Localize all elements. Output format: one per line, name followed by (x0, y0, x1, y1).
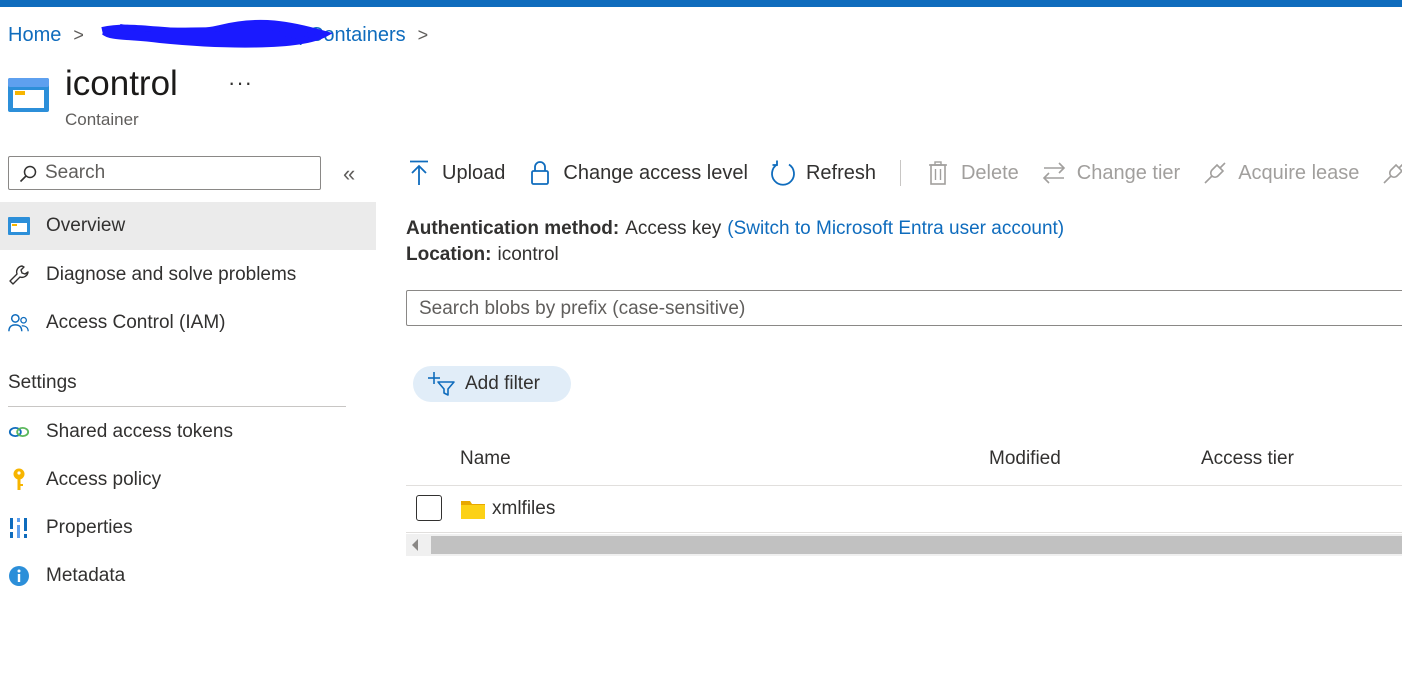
add-filter-icon (427, 371, 457, 397)
sidebar-item-shared-access-tokens[interactable]: Shared access tokens (0, 408, 376, 456)
refresh-label: Refresh (805, 161, 876, 184)
sidebar-item-iam[interactable]: Access Control (IAM) (0, 299, 376, 347)
auth-label: Authentication method: (406, 218, 620, 239)
plug-icon (1381, 160, 1402, 186)
column-header-access-tier[interactable]: Access tier (1201, 448, 1294, 470)
plug-icon (1202, 160, 1228, 186)
upload-icon (406, 160, 432, 186)
authentication-method: Authentication method: Access key (Switch … (406, 218, 1064, 240)
row-name-link[interactable]: xmlfiles (492, 498, 555, 520)
blob-search-input[interactable] (407, 291, 1402, 327)
refresh-icon (770, 160, 796, 186)
change-access-label: Change access level (563, 161, 748, 184)
toolbar-divider (899, 160, 901, 186)
sidebar-item-label: Diagnose and solve problems (46, 264, 297, 285)
breadcrumb-containers[interactable]: acdev001 | Containers (96, 24, 406, 47)
sidebar-item-label: Metadata (46, 565, 126, 586)
switch-auth-link[interactable]: (Switch to Microsoft Entra user account) (727, 218, 1064, 239)
swap-arrows-icon (1041, 160, 1067, 186)
sidebar-item-label: Shared access tokens (46, 421, 233, 442)
table-row[interactable]: xmlfiles (406, 486, 1402, 532)
scrollbar-thumb[interactable] (431, 536, 1402, 554)
sidebar-item-diagnose[interactable]: Diagnose and solve problems (0, 251, 376, 299)
people-icon (8, 312, 30, 334)
key-icon (8, 468, 30, 491)
location-value: icontrol (497, 244, 559, 265)
sidebar-item-label: Access Control (IAM) (46, 312, 226, 333)
sidebar-item-metadata[interactable]: Metadata (0, 552, 376, 600)
change-tier-label: Change tier (1076, 161, 1181, 184)
sidebar-item-access-policy[interactable]: Access policy (0, 456, 376, 504)
sidebar-item-overview[interactable]: Overview (0, 202, 376, 250)
sidebar-item-label: Access policy (46, 469, 162, 490)
properties-icon (8, 517, 30, 539)
location: Location: icontrol (406, 244, 559, 266)
location-label: Location: (406, 244, 492, 265)
chevron-right-icon: > (417, 24, 429, 45)
command-bar: Upload Change access level Refresh Delet… (406, 156, 1402, 190)
settings-heading: Settings (8, 372, 77, 393)
acquire-lease-label: Acquire lease (1238, 161, 1360, 184)
blob-search (406, 290, 1402, 327)
page-subtitle: Container (65, 110, 139, 129)
trash-icon (925, 160, 951, 186)
breadcrumb-home[interactable]: Home (8, 24, 61, 47)
sidebar-item-label: Properties (46, 517, 133, 538)
scroll-left-icon[interactable] (412, 539, 418, 551)
delete-button[interactable]: Delete (925, 160, 1019, 186)
divider (406, 532, 1402, 533)
change-tier-button[interactable]: Change tier (1041, 160, 1180, 186)
column-header-modified[interactable]: Modified (989, 448, 1061, 470)
page-title: icontrol (65, 64, 178, 103)
container-icon (8, 215, 30, 237)
chevron-right-icon: > (73, 24, 84, 45)
delete-label: Delete (960, 161, 1019, 184)
collapse-sidebar-icon[interactable]: « (343, 161, 355, 187)
add-filter-label: Add filter (465, 373, 540, 394)
search-icon (19, 165, 37, 183)
row-checkbox[interactable] (416, 495, 442, 521)
add-filter-button[interactable]: Add filter (413, 366, 571, 402)
column-header-name[interactable]: Name (460, 448, 511, 470)
refresh-button[interactable]: Refresh (770, 160, 876, 186)
breadcrumb: Home > acdev001 | Containers > (8, 19, 440, 48)
horizontal-scrollbar[interactable] (406, 534, 1402, 556)
sidebar-item-label: Overview (46, 215, 126, 236)
break-lease-button[interactable] (1381, 160, 1402, 186)
auth-value: Access key (625, 218, 722, 239)
top-accent-bar (0, 0, 1402, 7)
more-options-icon[interactable]: ··· (228, 70, 253, 96)
sidebar-item-properties[interactable]: Properties (0, 504, 376, 552)
upload-button[interactable]: Upload (406, 160, 505, 186)
upload-label: Upload (442, 161, 506, 184)
wrench-icon (8, 264, 30, 286)
folder-icon (461, 501, 485, 519)
acquire-lease-button[interactable]: Acquire lease (1202, 160, 1359, 186)
link-icon (8, 421, 30, 443)
container-icon (8, 78, 49, 112)
change-access-level-button[interactable]: Change access level (527, 160, 748, 186)
info-icon (8, 565, 30, 587)
lock-icon (527, 160, 553, 186)
divider (8, 406, 346, 407)
sidebar-search (8, 156, 321, 190)
sidebar-search-input[interactable] (9, 156, 320, 190)
